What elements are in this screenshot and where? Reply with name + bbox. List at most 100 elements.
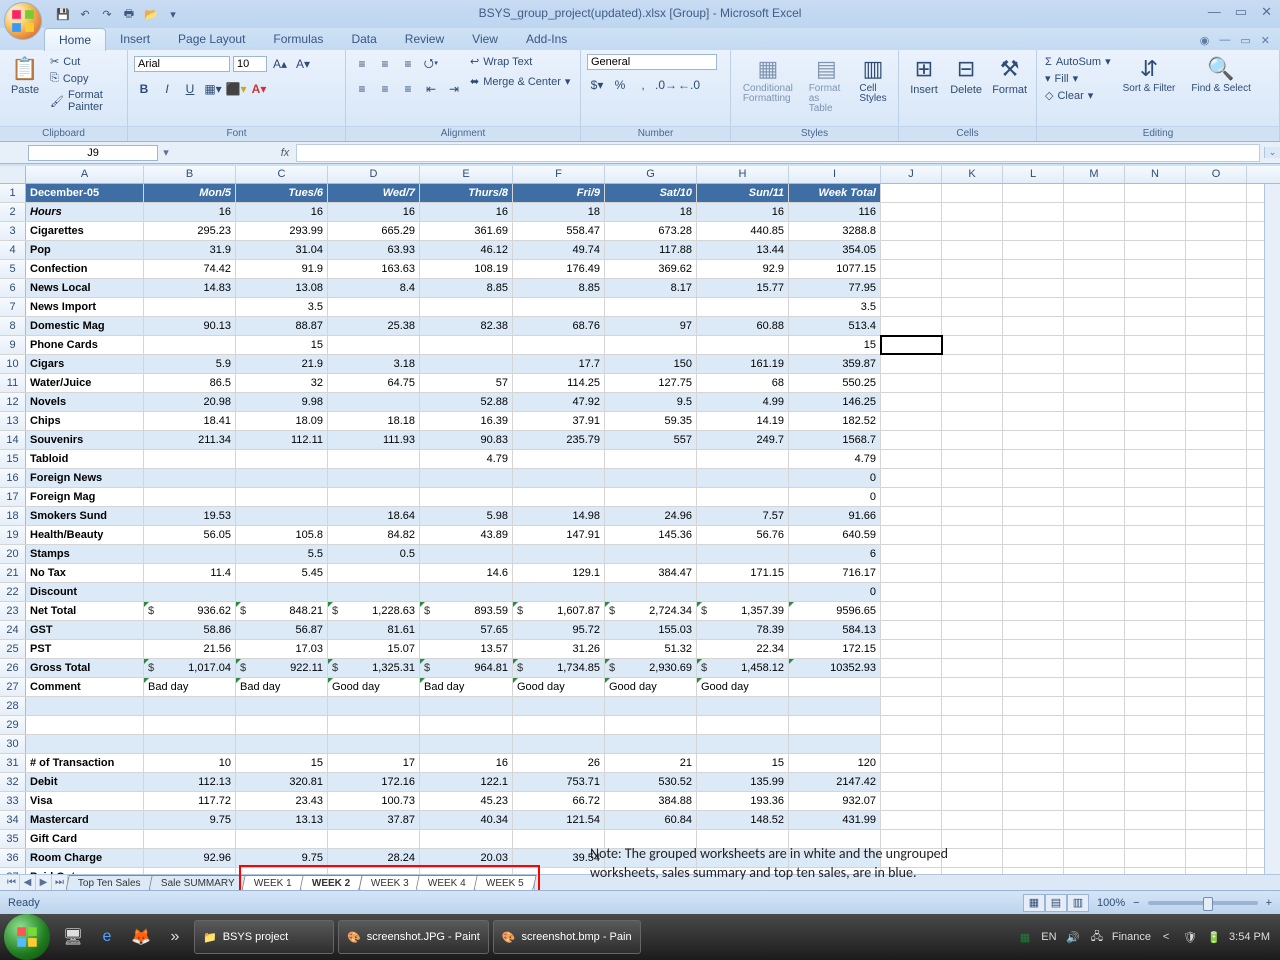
cell[interactable]: [942, 659, 1003, 677]
cell[interactable]: 5.98: [420, 507, 513, 525]
cell[interactable]: [1186, 336, 1247, 354]
cell[interactable]: 52.88: [420, 393, 513, 411]
row-label[interactable]: Net Total: [26, 602, 144, 620]
row-label[interactable]: Foreign Mag: [26, 488, 144, 506]
cell[interactable]: Bad day: [420, 678, 513, 696]
zoom-slider[interactable]: [1148, 901, 1258, 905]
cell[interactable]: [1064, 697, 1125, 715]
cell[interactable]: [144, 488, 236, 506]
cell[interactable]: [1003, 450, 1064, 468]
cell[interactable]: [144, 469, 236, 487]
cell[interactable]: 56.76: [697, 526, 789, 544]
cell[interactable]: [328, 735, 420, 753]
cell[interactable]: [605, 336, 697, 354]
cell[interactable]: [697, 488, 789, 506]
cell[interactable]: [942, 241, 1003, 259]
cell[interactable]: [144, 336, 236, 354]
doc-restore-icon[interactable]: ▭: [1240, 34, 1250, 47]
row-header[interactable]: 34: [0, 811, 26, 829]
cell[interactable]: [942, 545, 1003, 563]
cell[interactable]: [1003, 735, 1064, 753]
align-middle-icon[interactable]: ≡: [375, 54, 395, 74]
cell[interactable]: 86.5: [144, 374, 236, 392]
cell[interactable]: 91.9: [236, 260, 328, 278]
cell[interactable]: Good day: [513, 678, 605, 696]
format-as-table-button[interactable]: ▤Format as Table: [803, 54, 850, 116]
header-cell[interactable]: Wed/7: [328, 184, 420, 202]
cell[interactable]: 58.86: [144, 621, 236, 639]
col-header-J[interactable]: J: [881, 166, 942, 183]
cell[interactable]: 112.13: [144, 773, 236, 791]
row-header[interactable]: 33: [0, 792, 26, 810]
increase-decimal-icon[interactable]: .0→: [656, 75, 676, 95]
cell[interactable]: 640.59: [789, 526, 881, 544]
cell[interactable]: 161.19: [697, 355, 789, 373]
cell[interactable]: [942, 488, 1003, 506]
cell[interactable]: 88.87: [236, 317, 328, 335]
cell[interactable]: 121.54: [513, 811, 605, 829]
cell[interactable]: [881, 450, 942, 468]
tray-lang[interactable]: EN: [1040, 931, 1058, 943]
cell[interactable]: 63.93: [328, 241, 420, 259]
cell[interactable]: 1,017.04: [144, 659, 236, 677]
cell[interactable]: 20.98: [144, 393, 236, 411]
cell[interactable]: [328, 450, 420, 468]
cell[interactable]: 0: [789, 583, 881, 601]
cell[interactable]: [1125, 583, 1186, 601]
tray-expand-icon[interactable]: <: [1157, 931, 1175, 943]
cell[interactable]: [1125, 260, 1186, 278]
decrease-indent-icon[interactable]: ⇤: [421, 79, 441, 99]
cell[interactable]: 21.56: [144, 640, 236, 658]
cell[interactable]: [881, 545, 942, 563]
cell[interactable]: 90.83: [420, 431, 513, 449]
header-cell[interactable]: Thurs/8: [420, 184, 513, 202]
cell[interactable]: [420, 697, 513, 715]
cell[interactable]: 10352.93: [789, 659, 881, 677]
cell[interactable]: [942, 526, 1003, 544]
row-header[interactable]: 14: [0, 431, 26, 449]
cell[interactable]: [1125, 678, 1186, 696]
cell[interactable]: [942, 469, 1003, 487]
cell[interactable]: [420, 735, 513, 753]
cell[interactable]: 18: [513, 203, 605, 221]
cell[interactable]: [1064, 222, 1125, 240]
tab-formulas[interactable]: Formulas: [259, 28, 337, 50]
cell[interactable]: [1003, 792, 1064, 810]
taskbar-show-desktop-icon[interactable]: »: [160, 922, 190, 952]
cell[interactable]: 193.36: [697, 792, 789, 810]
close-icon[interactable]: ✕: [1261, 4, 1272, 20]
cell[interactable]: [789, 697, 881, 715]
cell[interactable]: 4.79: [789, 450, 881, 468]
cell[interactable]: [942, 735, 1003, 753]
align-center-icon[interactable]: ≡: [375, 79, 395, 99]
cell[interactable]: [881, 754, 942, 772]
cell[interactable]: 16: [420, 754, 513, 772]
active-cell[interactable]: [881, 336, 942, 354]
start-button[interactable]: [4, 914, 50, 960]
tab-addins[interactable]: Add-Ins: [512, 28, 581, 50]
row-header[interactable]: 3: [0, 222, 26, 240]
cell[interactable]: [942, 431, 1003, 449]
cell[interactable]: [1003, 469, 1064, 487]
cell[interactable]: [1186, 241, 1247, 259]
cell[interactable]: 57.65: [420, 621, 513, 639]
cell[interactable]: [1003, 336, 1064, 354]
col-header-K[interactable]: K: [942, 166, 1003, 183]
cell[interactable]: [605, 583, 697, 601]
cell[interactable]: [513, 488, 605, 506]
cell[interactable]: [1125, 488, 1186, 506]
cell[interactable]: [881, 735, 942, 753]
row-header[interactable]: 31: [0, 754, 26, 772]
cell[interactable]: [1064, 298, 1125, 316]
row-header[interactable]: 8: [0, 317, 26, 335]
cell[interactable]: 249.7: [697, 431, 789, 449]
cell[interactable]: [881, 811, 942, 829]
cell[interactable]: 150: [605, 355, 697, 373]
undo-icon[interactable]: ↶: [76, 5, 94, 23]
cell[interactable]: [513, 336, 605, 354]
align-top-icon[interactable]: ≡: [352, 54, 372, 74]
cell[interactable]: 182.52: [789, 412, 881, 430]
sheet-tab-week-5[interactable]: WEEK 5: [473, 875, 536, 891]
tray-shield-icon[interactable]: 🛡: [1181, 931, 1199, 944]
sheet-tab-week-2[interactable]: WEEK 2: [299, 875, 363, 891]
